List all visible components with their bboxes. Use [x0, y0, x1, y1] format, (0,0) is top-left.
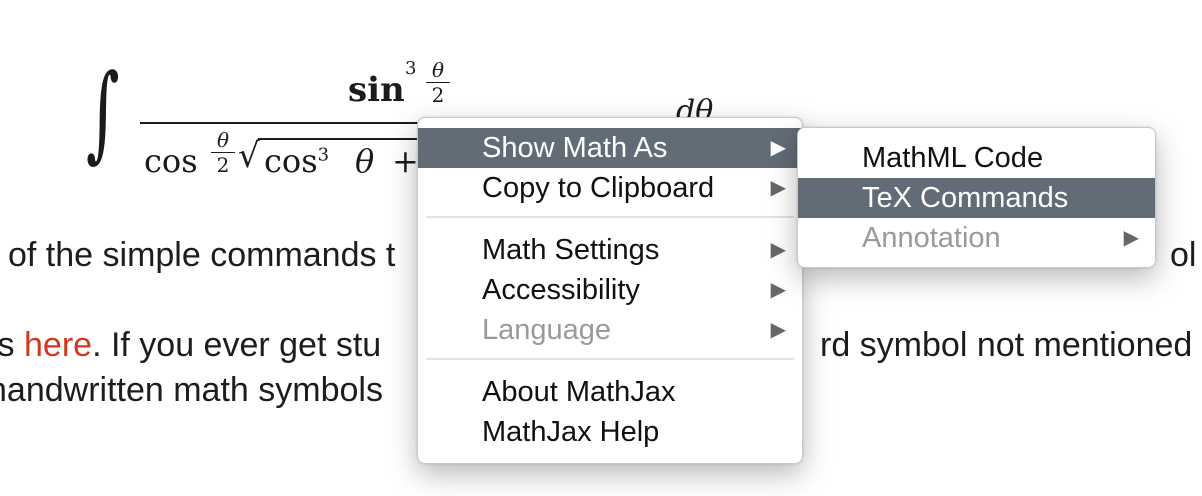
- menu-item-label: Show Math As: [482, 132, 668, 164]
- submenu-arrow-icon: ▶: [770, 239, 786, 261]
- paragraph-line-1: of the simple commands t: [8, 236, 396, 274]
- numerator-sin: sin: [348, 70, 405, 110]
- menu-item-label: Math Settings: [482, 234, 660, 266]
- menu-item-math-settings[interactable]: Math Settings ▶: [418, 230, 802, 270]
- submenu-item-tex-commands[interactable]: TeX Commands: [798, 178, 1155, 218]
- submenu-item-label: Annotation: [862, 222, 1001, 254]
- menu-separator: [426, 216, 794, 218]
- denominator-fraction-bottom: 2: [216, 153, 230, 177]
- paragraph-line-2-start: ls: [0, 326, 15, 364]
- square-root-bar: [258, 138, 428, 140]
- submenu-item-label: MathML Code: [862, 142, 1044, 174]
- submenu-item-annotation[interactable]: Annotation ▶: [798, 218, 1155, 258]
- denominator-cos: cos: [144, 142, 198, 180]
- cos-term-name: cos: [264, 142, 318, 180]
- denominator-fraction-top: θ: [216, 128, 230, 152]
- cos-cubed-term: cos3: [264, 142, 329, 180]
- submenu-arrow-icon: ▶: [770, 279, 786, 301]
- theta-variable: θ: [355, 142, 375, 180]
- menu-item-label: About MathJax: [482, 376, 676, 408]
- menu-item-label: MathJax Help: [482, 416, 660, 448]
- cos-term-exponent: 3: [317, 144, 330, 166]
- menu-separator: [426, 358, 794, 360]
- menu-item-language[interactable]: Language ▶: [418, 310, 802, 350]
- numerator-fraction-top: θ: [431, 58, 445, 82]
- menu-item-label: Copy to Clipboard: [482, 172, 715, 204]
- square-root-sign: √: [238, 136, 260, 176]
- submenu-item-mathml-code[interactable]: MathML Code: [798, 138, 1155, 178]
- submenu-arrow-icon: ▶: [770, 177, 786, 199]
- submenu-arrow-icon: ▶: [770, 319, 786, 341]
- numerator-fraction: θ 2: [425, 58, 451, 107]
- paragraph-line-2-rest: . If you ever get stu: [92, 326, 382, 364]
- mathjax-context-menu: Show Math As ▶ Copy to Clipboard ▶ Math …: [417, 117, 803, 464]
- main-fraction-bar: [140, 122, 430, 124]
- menu-item-mathjax-help[interactable]: MathJax Help: [418, 412, 802, 452]
- integral-sign: ∫: [86, 51, 120, 173]
- numerator-fraction-bottom: 2: [431, 83, 445, 107]
- numerator-exponent: 3: [405, 58, 417, 79]
- menu-item-accessibility[interactable]: Accessibility ▶: [418, 270, 802, 310]
- menu-item-show-math-as[interactable]: Show Math As ▶: [418, 128, 802, 168]
- menu-item-copy-to-clipboard[interactable]: Copy to Clipboard ▶: [418, 168, 802, 208]
- plus-sign: +: [392, 142, 419, 180]
- here-link[interactable]: here: [24, 326, 92, 364]
- menu-item-about-mathjax[interactable]: About MathJax: [418, 372, 802, 412]
- submenu-arrow-icon: ▶: [770, 137, 786, 159]
- paragraph-line-2: ls here. If you ever get stu: [0, 325, 381, 365]
- paragraph-line-3: handwritten math symbols: [0, 371, 383, 409]
- submenu-arrow-icon: ▶: [1123, 227, 1139, 249]
- paragraph-line-2-right: rd symbol not mentioned: [820, 326, 1193, 364]
- submenu-item-label: TeX Commands: [862, 182, 1069, 214]
- denominator-fraction: θ 2: [210, 128, 236, 177]
- menu-item-label: Accessibility: [482, 274, 640, 306]
- show-math-as-submenu: MathML Code TeX Commands Annotation ▶: [797, 127, 1156, 268]
- paragraph-line-1-right: ol: [1170, 236, 1197, 274]
- menu-item-label: Language: [482, 314, 612, 346]
